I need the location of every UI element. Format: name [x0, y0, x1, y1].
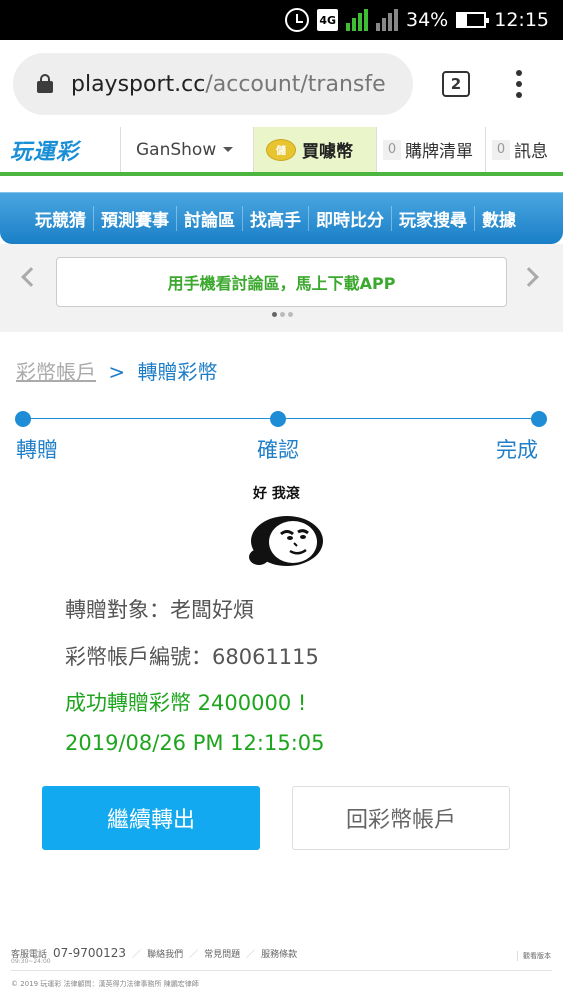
step-label-transfer: 轉贈: [16, 438, 58, 462]
tab-switcher-button[interactable]: 2: [442, 71, 470, 97]
carousel-dots: [272, 312, 293, 317]
url-path: /account/transfe: [205, 71, 386, 97]
nav-item-experts[interactable]: 找高手: [242, 206, 308, 231]
app-root: 4G 34% 12:15 playsport.cc/account/transf…: [0, 0, 563, 1000]
footer-link-faq[interactable]: 常見問題: [204, 947, 240, 960]
footer-link-terms[interactable]: 服務條款: [261, 947, 297, 960]
main-nav: 玩競猜 預測賽事 討論區 找高手 即時比分 玩家搜尋 數據: [0, 192, 563, 244]
nav-item-guess[interactable]: 玩競猜: [28, 206, 93, 231]
site-logo[interactable]: 玩運彩: [0, 127, 120, 172]
continue-transfer-button[interactable]: 繼續轉出: [42, 786, 260, 850]
nav-item-live-scores[interactable]: 即時比分: [308, 206, 391, 231]
status-bar: 4G 34% 12:15: [0, 0, 563, 40]
footer-link-contact[interactable]: 聯絡我們: [147, 947, 183, 960]
step-dot-complete: [531, 411, 547, 427]
success-message: 成功轉贈彩幣 2400000 !: [65, 691, 307, 715]
nav-item-data[interactable]: 數據: [474, 206, 523, 231]
step-dot-confirm: [270, 411, 286, 427]
messages-count: 0: [492, 139, 510, 160]
breadcrumb: 彩幣帳戶 > 轉贈彩幣: [16, 356, 217, 385]
transfer-timestamp: 2019/08/26 PM 12:15:05: [65, 731, 325, 755]
buy-coin-button[interactable]: 儲 買噱幣: [253, 127, 376, 172]
menu-icon[interactable]: [514, 70, 524, 98]
alarm-icon: [285, 8, 310, 32]
footer-links: 客服電話 07-9700123 ／ 聯絡我們 ／ 常見問題 ／ 服務條款: [11, 946, 298, 960]
messages-link[interactable]: 0 訊息: [485, 127, 563, 172]
chevron-right-icon[interactable]: [519, 267, 539, 287]
breadcrumb-current: 轉贈彩幣: [137, 360, 218, 384]
signal-icon: [346, 9, 368, 31]
step-label-complete: 完成: [496, 438, 538, 462]
chevron-left-icon[interactable]: [21, 267, 41, 287]
battery-icon: [456, 12, 490, 28]
site-header: 玩運彩 GanShow 儲 買噱幣 0 購牌清單 0 訊息: [0, 127, 563, 176]
lock-icon: [37, 74, 53, 93]
browser-toolbar: playsport.cc/account/transfe 2: [0, 40, 563, 127]
network-type-icon: 4G: [317, 9, 338, 31]
purchase-list-label: 購牌清單: [405, 142, 473, 162]
service-hours: 09:30~24:00: [11, 958, 51, 965]
nav-item-player-search[interactable]: 玩家搜尋: [391, 206, 474, 231]
footer-version-link[interactable]: 觀看版本: [517, 951, 551, 961]
meme-image: 好 我滾: [243, 483, 327, 575]
user-menu[interactable]: GanShow: [120, 127, 253, 172]
battery-percent: 34%: [406, 9, 449, 31]
service-phone[interactable]: 07-9700123: [53, 946, 126, 960]
app-download-banner[interactable]: 用手機看討論區，馬上下載APP: [56, 257, 507, 307]
coin-icon: 儲: [266, 138, 296, 161]
buy-coin-label: 買噱幣: [302, 142, 353, 162]
clock: 12:15: [494, 9, 549, 31]
address-bar[interactable]: playsport.cc/account/transfe: [13, 53, 413, 115]
account-number-text: 彩幣帳戶編號：68061115: [65, 645, 319, 669]
username: GanShow: [136, 139, 217, 160]
breadcrumb-coin-account-link[interactable]: 彩幣帳戶: [16, 360, 96, 384]
panda-face-icon: [249, 516, 323, 566]
breadcrumb-separator: >: [108, 360, 126, 384]
step-label-confirm: 確認: [257, 438, 299, 462]
footer-divider: [11, 970, 552, 971]
step-dot-transfer: [15, 411, 31, 427]
purchase-list-count: 0: [383, 139, 401, 160]
purchase-list-link[interactable]: 0 購牌清單: [376, 127, 485, 172]
caret-down-icon: [223, 147, 234, 152]
recipient-text: 轉贈對象：老闆好煩: [65, 598, 254, 622]
nav-item-predict[interactable]: 預測賽事: [93, 206, 176, 231]
banner-divider: [0, 328, 563, 334]
meme-caption: 好 我滾: [253, 486, 300, 502]
nav-item-forum[interactable]: 討論區: [176, 206, 242, 231]
banner-carousel: 用手機看討論區，馬上下載APP: [0, 244, 563, 332]
footer: 客服電話 07-9700123 ／ 聯絡我們 ／ 常見問題 ／ 服務條款 09:…: [0, 943, 563, 1000]
back-to-coin-account-button[interactable]: 回彩幣帳戶: [292, 786, 510, 850]
signal-secondary-icon: [376, 9, 398, 31]
url-host: playsport.cc: [71, 71, 206, 97]
footer-copyright: © 2019 玩運彩 法律顧問：漢英得力法律事務所 陳鵬宏律師: [11, 980, 199, 988]
messages-label: 訊息: [514, 142, 548, 162]
